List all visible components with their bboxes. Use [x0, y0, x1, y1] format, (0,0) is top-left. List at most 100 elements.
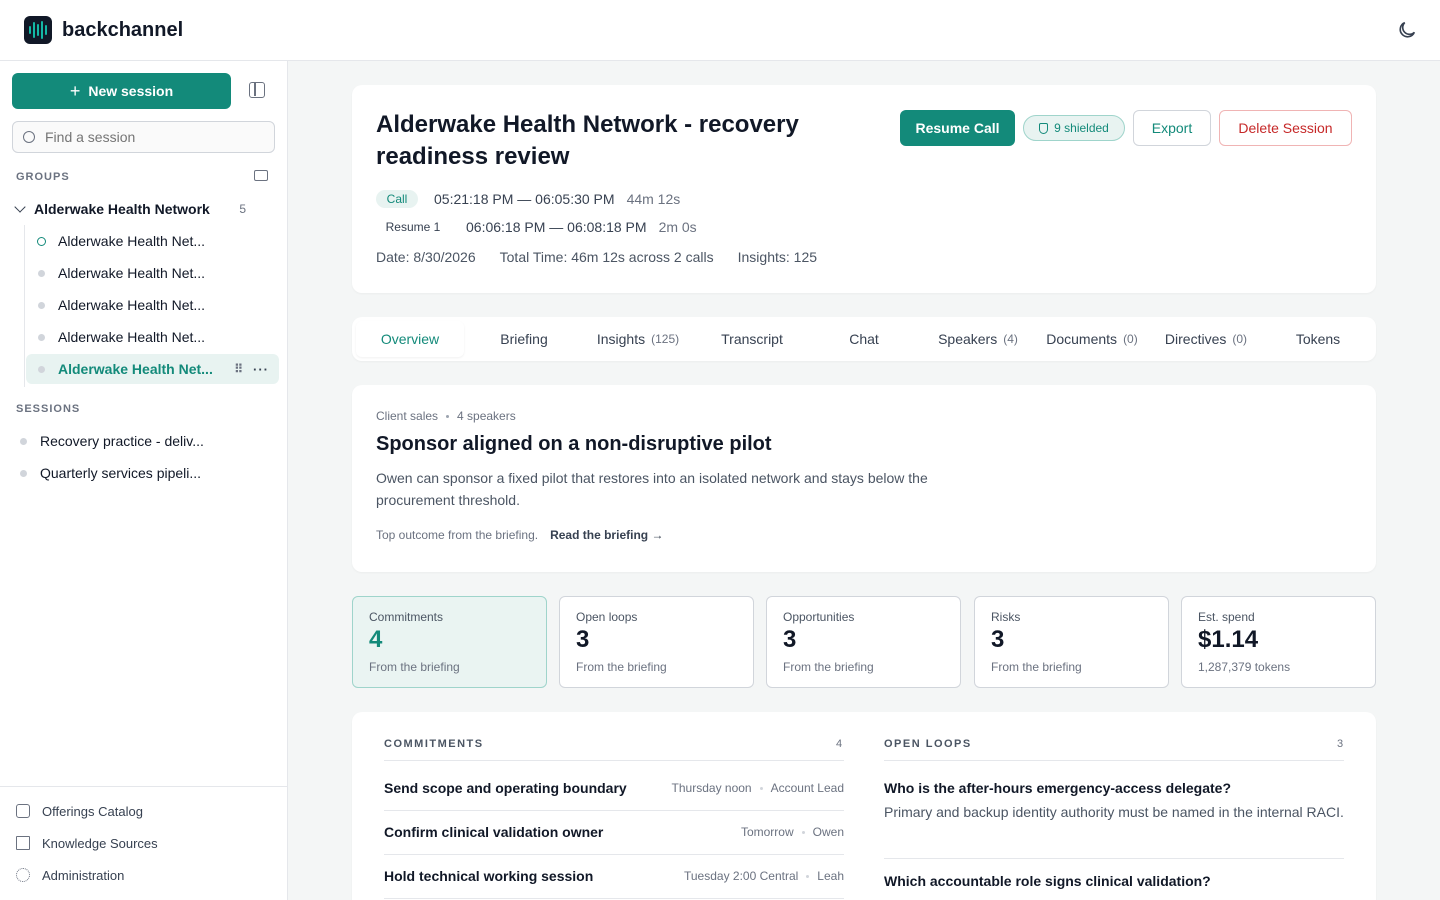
briefing-speakers: 4 speakers: [457, 409, 516, 423]
collapse-sidebar-icon[interactable]: [249, 82, 265, 98]
stat-value: 3: [576, 626, 590, 653]
tree-line: [24, 225, 25, 387]
tab-tokens[interactable]: Tokens: [1264, 321, 1372, 357]
status-dot-icon: [20, 437, 27, 445]
stat-card-open-loops[interactable]: Open loops 3 From the briefing: [559, 596, 754, 688]
stat-label: Opportunities: [783, 610, 855, 624]
commitment-owner: Owen: [812, 825, 844, 839]
stat-card-commitments[interactable]: Commitments 4 From the briefing: [352, 596, 547, 688]
commitment-title: Confirm clinical validation owner: [384, 824, 604, 840]
resume-time-line: 06:06:18 PM — 06:08:18 PM 2m 0s: [466, 219, 697, 235]
commitment-when: Thursday noon: [671, 781, 752, 795]
separator-dot: [759, 786, 763, 790]
session-item[interactable]: Recovery practice - deliv...: [12, 427, 272, 455]
session-total-time: Total Time: 46m 12s across 2 calls: [499, 249, 714, 265]
tab-overview[interactable]: Overview: [356, 321, 464, 357]
commitment-when: Tuesday 2:00 Central: [684, 869, 799, 883]
stat-card-opportunities[interactable]: Opportunities 3 From the briefing: [766, 596, 961, 688]
new-folder-icon[interactable]: [254, 170, 268, 181]
tab-label: Tokens: [1295, 331, 1341, 347]
export-button[interactable]: Export: [1133, 110, 1211, 146]
stat-sub: From the briefing: [369, 660, 460, 674]
commitment-when: Tomorrow: [740, 825, 794, 839]
tab-speakers[interactable]: Speakers (4): [924, 321, 1032, 357]
group-session-item[interactable]: Alderwake Health Net...: [26, 322, 279, 352]
tab-chat[interactable]: Chat: [810, 321, 918, 357]
group-alderwake[interactable]: Alderwake Health Network 5: [12, 199, 272, 219]
plus-icon: +: [69, 80, 81, 101]
open-loop-title: Who is the after-hours emergency-access …: [884, 780, 1231, 796]
read-briefing-link[interactable]: Read the briefing →: [550, 528, 663, 542]
search-icon: [23, 131, 35, 143]
search-input[interactable]: [45, 129, 245, 145]
moon-icon[interactable]: [1396, 19, 1418, 41]
stat-sub: From the briefing: [576, 660, 667, 674]
resume-range: 06:06:18 PM — 06:08:18 PM: [466, 219, 647, 235]
separator-dot: [446, 414, 450, 418]
more-options-icon[interactable]: ···: [253, 362, 269, 377]
stat-value: 4: [369, 626, 383, 653]
tab-documents[interactable]: Documents (0): [1038, 321, 1146, 357]
nav-label: Knowledge Sources: [42, 835, 158, 851]
divider: [384, 898, 844, 899]
groups-heading: GROUPS: [16, 171, 70, 183]
briefing-eyebrow: Client sales 4 speakers: [376, 409, 516, 423]
stat-value: 3: [991, 626, 1005, 653]
new-session-button[interactable]: + New session: [12, 73, 231, 109]
tab-bar: Overview Briefing Insights (125) Transcri…: [352, 317, 1376, 361]
briefing-footer: Top outcome from the briefing. Read the …: [376, 528, 663, 542]
call-tag: Call: [376, 190, 418, 208]
session-item[interactable]: Quarterly services pipeli...: [12, 459, 272, 487]
session-label: Alderwake Health Net...: [58, 361, 213, 377]
tab-directives[interactable]: Directives (0): [1152, 321, 1260, 357]
box-icon: [16, 804, 30, 818]
tab-label: Speakers: [938, 331, 998, 347]
status-dot-icon: [20, 469, 27, 477]
open-loop-title: Which accountable role signs clinical va…: [884, 873, 1211, 889]
separator-dot: [806, 874, 810, 878]
stat-value: $1.14: [1198, 626, 1259, 653]
chevron-down-icon[interactable]: [14, 201, 26, 213]
commitment-row[interactable]: Hold technical working session Tuesday 2…: [384, 854, 844, 898]
commitment-row[interactable]: Send scope and operating boundary Thursd…: [384, 766, 844, 810]
group-session-item[interactable]: Alderwake Health Net...: [26, 226, 279, 256]
open-loop-body: Primary and backup identity authority mu…: [884, 804, 1344, 820]
divider: [384, 760, 844, 761]
session-label: Alderwake Health Net...: [58, 297, 206, 313]
tab-transcript[interactable]: Transcript: [698, 321, 806, 357]
stat-card-est-spend[interactable]: Est. spend $1.14 1,287,379 tokens: [1181, 596, 1376, 688]
nav-knowledge-sources[interactable]: Knowledge Sources: [16, 833, 158, 853]
stat-card-risks[interactable]: Risks 3 From the briefing: [974, 596, 1169, 688]
commitment-title: Send scope and operating boundary: [384, 780, 627, 796]
session-label: Quarterly services pipeli...: [40, 465, 202, 481]
nav-offerings-catalog[interactable]: Offerings Catalog: [16, 801, 143, 821]
stat-label: Risks: [991, 610, 1021, 624]
shield-icon: [1039, 122, 1049, 134]
stat-sub: From the briefing: [991, 660, 1082, 674]
link-label: Read the briefing: [550, 528, 649, 542]
delete-session-button[interactable]: Delete Session: [1219, 110, 1352, 146]
nav-administration[interactable]: Administration: [16, 865, 124, 885]
tab-insights[interactable]: Insights (125): [584, 321, 692, 357]
group-session-item-active[interactable]: Alderwake Health Net... ⠿ ···: [26, 354, 279, 384]
open-loop-item[interactable]: Which accountable role signs clinical va…: [884, 873, 1344, 889]
tab-label: Briefing: [500, 331, 548, 347]
commitment-row[interactable]: Confirm clinical validation owner Tomorr…: [384, 810, 844, 854]
resume-call-button[interactable]: Resume Call: [900, 110, 1015, 146]
tab-count: (0): [1123, 332, 1138, 346]
open-loop-item[interactable]: Who is the after-hours emergency-access …: [884, 780, 1344, 824]
briefing-footnote: Top outcome from the briefing.: [376, 528, 539, 542]
commitment-owner: Account Lead: [770, 781, 844, 795]
group-session-item[interactable]: Alderwake Health Net...: [26, 290, 279, 320]
shielded-label: 9 shielded: [1054, 121, 1109, 135]
session-label: Alderwake Health Net...: [58, 233, 206, 249]
sessions-heading: SESSIONS: [16, 403, 81, 415]
group-session-item[interactable]: Alderwake Health Net...: [26, 258, 279, 288]
drag-handle-icon[interactable]: ⠿: [234, 362, 243, 376]
tab-briefing[interactable]: Briefing: [470, 321, 578, 357]
tab-label: Insights: [596, 331, 646, 347]
session-label: Alderwake Health Net...: [58, 329, 206, 345]
session-search[interactable]: [12, 121, 275, 153]
divider: [884, 858, 1344, 859]
shielded-badge[interactable]: 9 shielded: [1023, 115, 1125, 141]
